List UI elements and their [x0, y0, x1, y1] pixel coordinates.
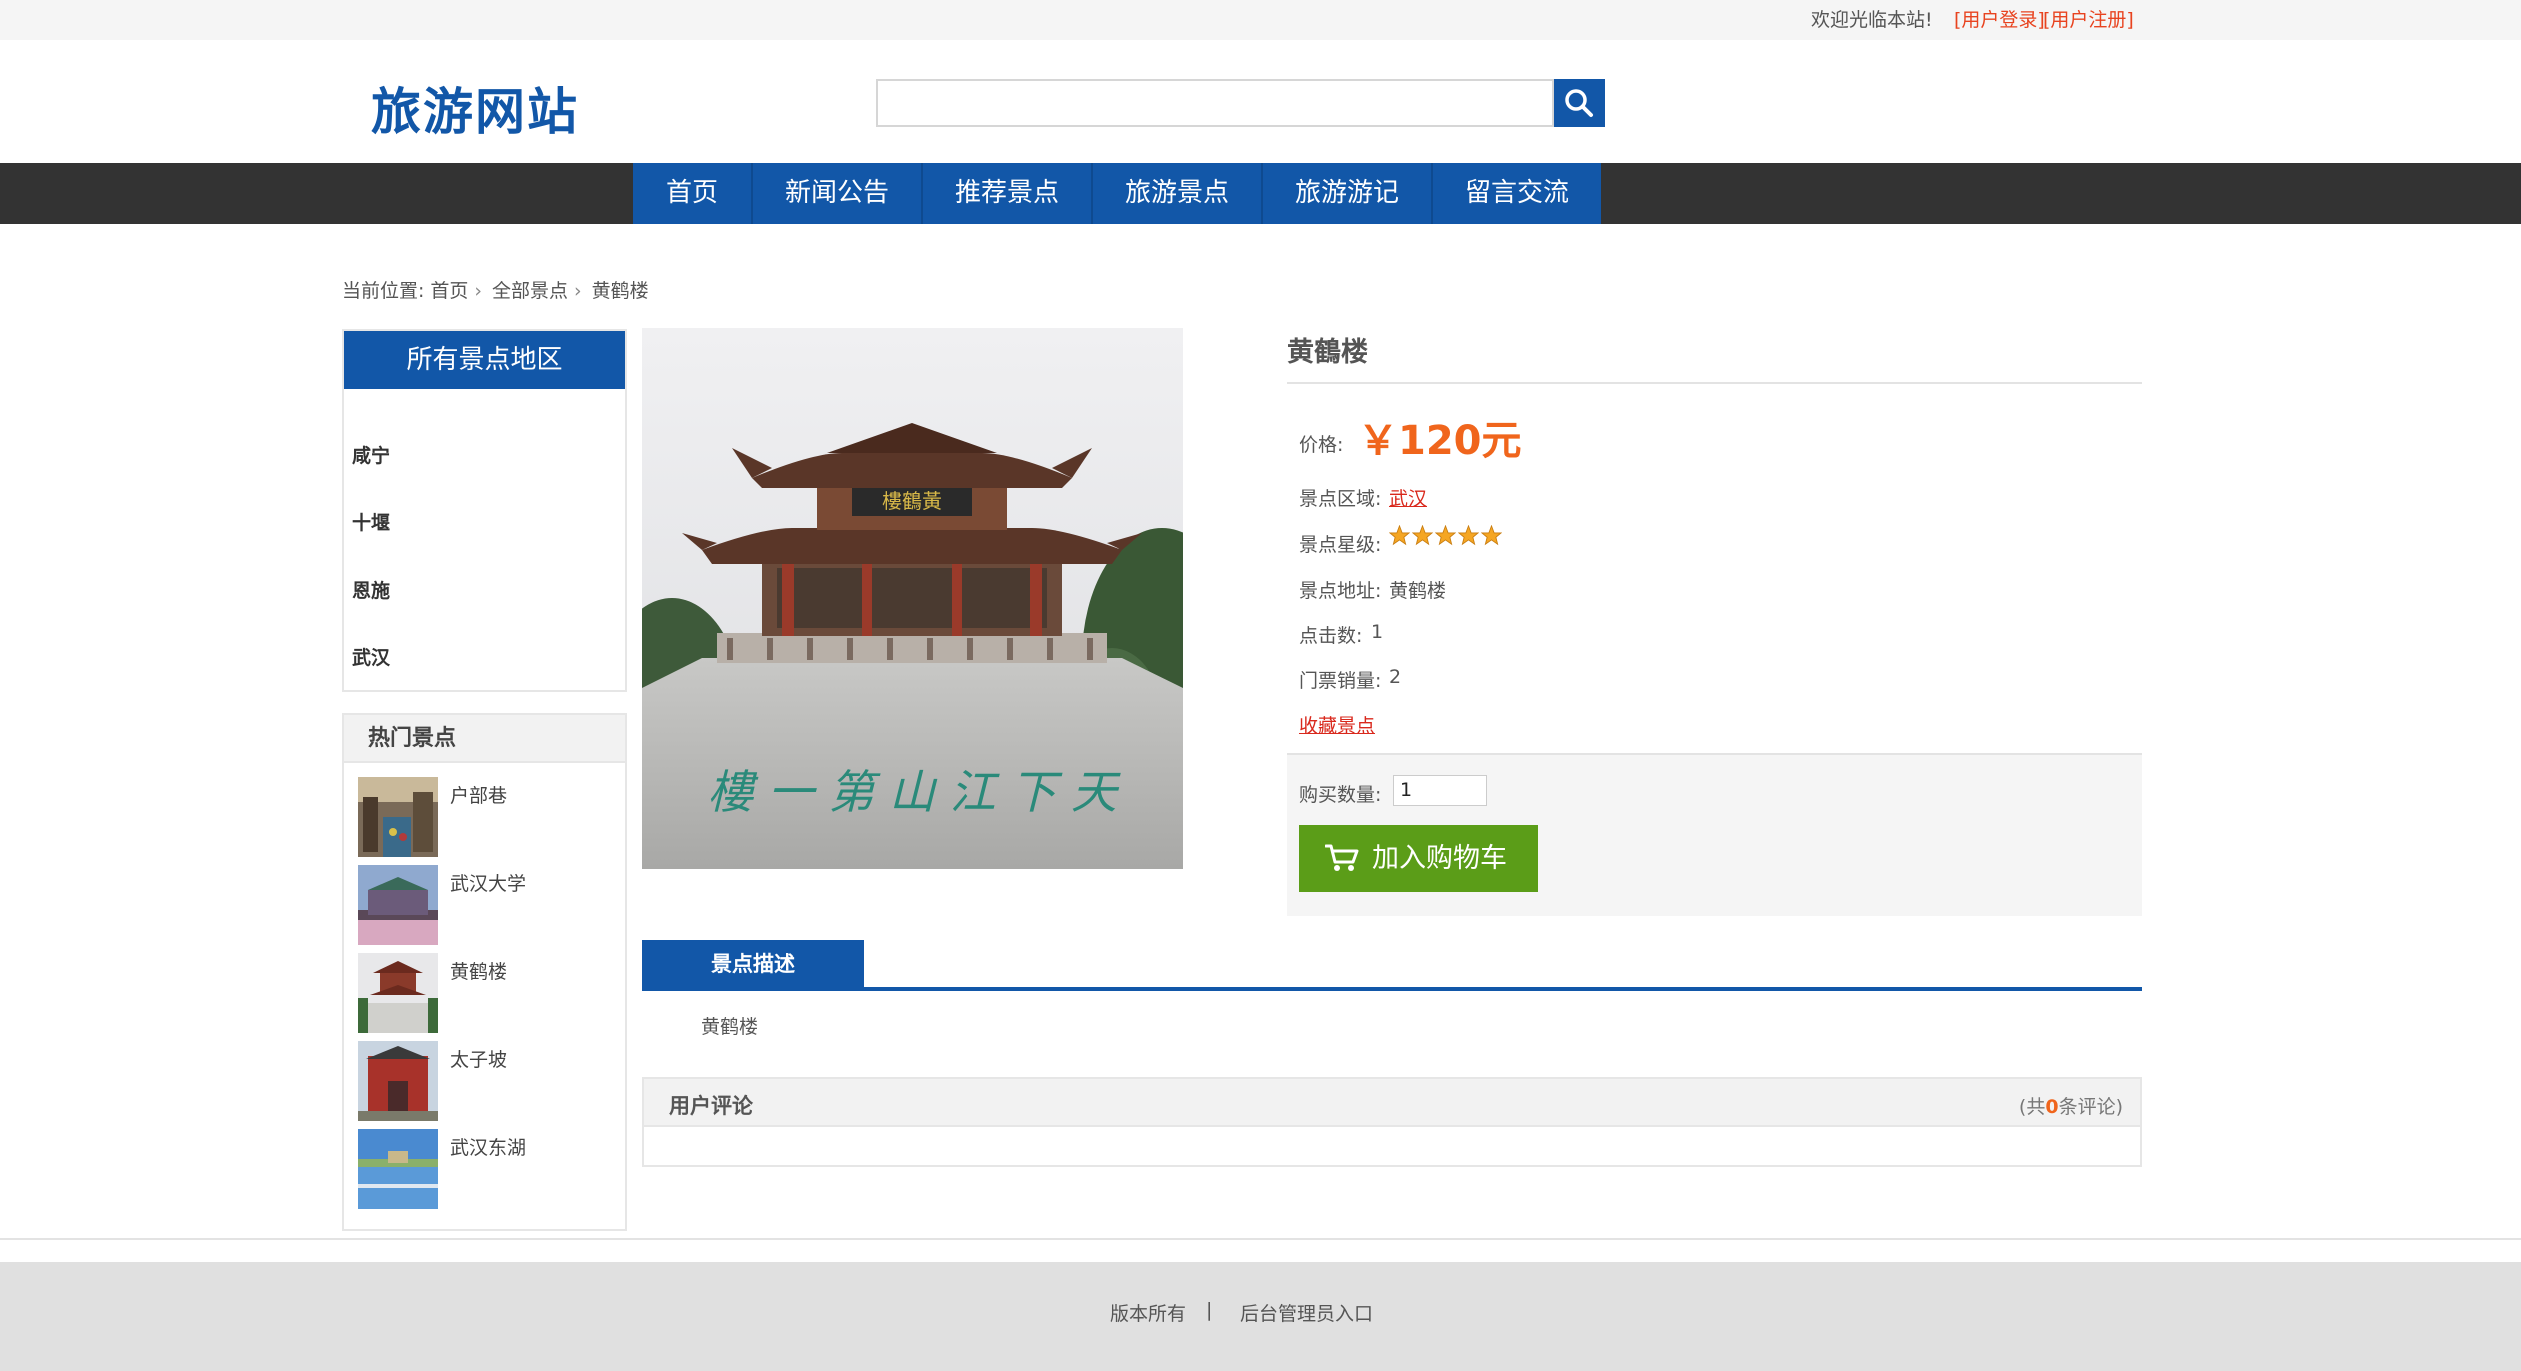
add-to-cart-label: 加入购物车 — [1372, 843, 1507, 874]
hot-item[interactable]: 太子坡 — [358, 1041, 618, 1121]
count-prefix: (共 — [2018, 1096, 2046, 1118]
address-label: 景点地址: — [1299, 580, 1382, 602]
attraction-title: 黄鶴楼 — [1287, 337, 1368, 368]
cart-icon — [1325, 844, 1359, 871]
clicks-label: 点击数: — [1299, 625, 1363, 647]
register-link[interactable]: [用户注册] — [2043, 5, 2134, 32]
search-button[interactable] — [1554, 79, 1605, 127]
nav-attractions[interactable]: 旅游景点 — [1093, 163, 1263, 224]
hot-thumbnail[interactable] — [358, 865, 438, 945]
welcome-text: 欢迎光临本站! — [1811, 9, 1933, 31]
chevron-right-icon: › — [474, 280, 483, 302]
hot-thumbnail[interactable] — [358, 1041, 438, 1121]
reviews-count: (共0条评论) — [2019, 1092, 2123, 1119]
breadcrumb: 当前位置: 首页 › 全部景点 › 黄鹤楼 — [342, 276, 655, 303]
hot-name[interactable]: 户部巷 — [450, 781, 507, 808]
nav-recommended[interactable]: 推荐景点 — [923, 163, 1093, 224]
sales-value: 2 — [1389, 666, 1402, 688]
star-rating — [1389, 525, 1502, 546]
hot-name[interactable]: 黄鹤楼 — [450, 957, 507, 984]
count-suffix: 条评论) — [2058, 1096, 2123, 1118]
area-label: 景点区域: — [1299, 488, 1382, 510]
reviews-title: 用户评论 — [669, 1094, 753, 1118]
quantity-label: 购买数量: — [1299, 784, 1382, 806]
hot-name[interactable]: 武汉大学 — [450, 869, 526, 896]
star-icon — [1389, 525, 1410, 546]
main-nav: 首页 新闻公告 推荐景点 旅游景点 旅游游记 留言交流 — [0, 163, 2521, 224]
footer: 版本所有 | 后台管理员入口 — [0, 1262, 2521, 1371]
hot-item[interactable]: 武汉东湖 — [358, 1129, 618, 1209]
site-logo[interactable]: 旅游网站 — [371, 72, 579, 144]
hot-item[interactable]: 武汉大学 — [358, 865, 618, 945]
hot-attractions-panel: 热门景点 户部巷 武汉大学 黄鹤楼 太子坡 武汉东湖 — [342, 713, 627, 1231]
quantity-input[interactable]: 1 — [1393, 775, 1487, 806]
star-icon — [1412, 525, 1433, 546]
search-input[interactable] — [876, 79, 1554, 127]
area-link[interactable]: 武汉 — [1389, 484, 1427, 511]
favorite-link[interactable]: 收藏景点 — [1299, 711, 1375, 738]
price-value: ￥120元 — [1358, 418, 1522, 464]
add-to-cart-button[interactable]: 加入购物车 — [1299, 825, 1538, 892]
region-panel: 所有景点地区 咸宁 十堰 恩施 武汉 — [342, 329, 627, 692]
reviews-header: 用户评论 (共0条评论) — [644, 1079, 2140, 1127]
purchase-panel: 购买数量: 1 加入购物车 — [1287, 753, 2142, 916]
breadcrumb-current: 黄鹤楼 — [591, 280, 649, 302]
nav-messages[interactable]: 留言交流 — [1433, 163, 1601, 224]
top-bar: 欢迎光临本站! [用户登录] [用户注册] — [0, 0, 2521, 40]
hot-title: 热门景点 — [344, 715, 625, 763]
footer-divider — [0, 1238, 2521, 1240]
admin-login-link[interactable]: 后台管理员入口 — [1240, 1299, 1373, 1326]
clicks-value: 1 — [1371, 621, 1384, 643]
nav-news[interactable]: 新闻公告 — [753, 163, 923, 224]
hot-thumbnail[interactable] — [358, 953, 438, 1033]
svg-text:樓鶴黃: 樓鶴黃 — [882, 489, 942, 513]
star-icon — [1481, 525, 1502, 546]
region-item[interactable]: 恩施 — [352, 576, 390, 603]
search-icon — [1565, 89, 1593, 117]
tab-description[interactable]: 景点描述 — [642, 940, 864, 988]
reviews-panel: 用户评论 (共0条评论) — [642, 1077, 2142, 1167]
breadcrumb-home[interactable]: 首页 — [430, 280, 468, 302]
hot-name[interactable]: 武汉东湖 — [450, 1133, 526, 1160]
hot-name[interactable]: 太子坡 — [450, 1045, 507, 1072]
breadcrumb-all[interactable]: 全部景点 — [492, 280, 568, 302]
title-divider — [1287, 382, 2142, 384]
region-item[interactable]: 咸宁 — [352, 441, 390, 468]
hot-item[interactable]: 黄鹤楼 — [358, 953, 618, 1033]
hot-thumbnail[interactable] — [358, 1129, 438, 1209]
region-item[interactable]: 武汉 — [352, 643, 390, 670]
region-title: 所有景点地区 — [344, 331, 625, 389]
svg-text:樓 一 第 山 江 下 天: 樓 一 第 山 江 下 天 — [707, 765, 1121, 819]
copyright-text: 版本所有 — [1110, 1303, 1187, 1325]
breadcrumb-prefix: 当前位置: — [342, 280, 425, 302]
sales-label: 门票销量: — [1299, 670, 1382, 692]
chevron-right-icon: › — [574, 280, 582, 302]
region-item[interactable]: 十堰 — [352, 508, 390, 535]
price-label: 价格: — [1299, 434, 1344, 456]
star-icon — [1435, 525, 1456, 546]
star-label: 景点星级: — [1299, 534, 1382, 556]
tab-underline — [642, 987, 2142, 991]
footer-separator: | — [1206, 1299, 1213, 1321]
hot-thumbnail[interactable] — [358, 777, 438, 857]
login-link[interactable]: [用户登录] — [1954, 5, 2045, 32]
attraction-photo: 樓鶴黃 樓 一 第 山 江 下 天 — [642, 328, 1183, 869]
star-icon — [1458, 525, 1479, 546]
nav-home[interactable]: 首页 — [633, 163, 753, 224]
description-text: 黄鹤楼 — [701, 1016, 759, 1038]
address-value: 黄鹤楼 — [1389, 580, 1447, 602]
hot-item[interactable]: 户部巷 — [358, 777, 618, 857]
nav-travelogue[interactable]: 旅游游记 — [1263, 163, 1433, 224]
count-value: 0 — [2045, 1096, 2059, 1118]
